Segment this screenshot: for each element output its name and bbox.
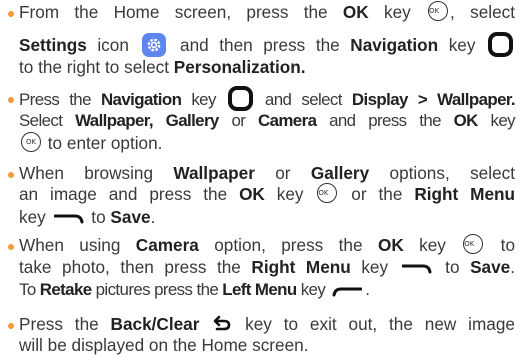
key-term: Wallpaper xyxy=(173,163,255,183)
key-term: OK xyxy=(239,184,265,204)
left-menu-key-icon xyxy=(332,285,363,297)
instruction-text: pictures press the xyxy=(91,280,223,299)
instruction-line: To Retake pictures press the Left Menu k… xyxy=(19,279,370,300)
bullet-dot xyxy=(8,11,14,17)
instruction-text: icon xyxy=(86,35,140,56)
instruction-text: key xyxy=(296,280,330,299)
key-term: Save xyxy=(110,207,151,227)
instruction-text: or xyxy=(218,111,258,130)
bullet-dot xyxy=(8,172,14,178)
bullet-dot xyxy=(8,97,14,103)
key-term: Gallery xyxy=(310,163,370,183)
instruction-line: an image and press the OK key OK or the … xyxy=(19,183,516,205)
instruction-text: To xyxy=(19,280,40,299)
instruction-line: Settings icon and then press the Navigat… xyxy=(19,32,515,59)
bullet-dot xyxy=(8,244,14,250)
key-term: OK xyxy=(342,2,369,22)
instruction-text: to xyxy=(434,257,471,277)
key-term: Navigation xyxy=(100,89,182,109)
right-menu-key-icon xyxy=(401,262,432,274)
instruction-text: to enter option. xyxy=(43,133,163,153)
key-term: Camera xyxy=(258,111,317,130)
key-term: Navigation xyxy=(350,35,439,56)
instruction-text: . xyxy=(510,257,515,277)
key-term: Retake xyxy=(39,280,92,299)
instruction-line: When browsing Wallpaper or Gallery optio… xyxy=(19,163,515,184)
key-term: Camera xyxy=(135,235,199,255)
navigation-key-icon xyxy=(227,86,253,111)
key-term: OK xyxy=(377,235,404,255)
instruction-text: options, select xyxy=(369,163,515,183)
instruction-text: to xyxy=(485,235,516,255)
instruction-line: When using Camera option, press the OK k… xyxy=(19,234,516,256)
instruction-line: Press the Back/Clear key to exit out, th… xyxy=(19,314,515,335)
navigation-key-icon xyxy=(488,32,513,57)
instruction-text: key xyxy=(403,235,462,255)
instruction-text: key xyxy=(181,89,226,109)
instruction-text: option, press the xyxy=(198,235,378,255)
instruction-text: Select xyxy=(19,111,76,130)
key-term: OK xyxy=(453,111,479,130)
instruction-text: and then press the xyxy=(169,35,351,56)
key-term: Personalization. xyxy=(173,57,306,77)
instruction-line: key to Save. xyxy=(19,207,155,228)
settings-gear-icon xyxy=(142,32,167,57)
key-term: Settings xyxy=(19,35,87,56)
key-term: Right Menu xyxy=(251,257,351,277)
key-term: Display > Wallpaper. xyxy=(351,89,516,109)
instruction-line: Select Wallpaper, Gallery or Camera and … xyxy=(19,110,516,131)
instruction-text: or xyxy=(254,163,311,183)
ok-key-icon: OK xyxy=(428,1,449,22)
key-term: Back/Clear xyxy=(110,314,200,334)
key-term: Save xyxy=(470,257,511,277)
instruction-text: take photo, then press the xyxy=(19,257,252,277)
instruction-text: Press the xyxy=(19,89,101,109)
instruction-text: key xyxy=(438,35,486,56)
instruction-text: When browsing xyxy=(19,163,174,183)
instruction-text: key xyxy=(19,207,51,227)
ok-key-icon: OK xyxy=(21,132,41,153)
instruction-text: or the xyxy=(339,184,415,204)
instruction-text: key xyxy=(477,111,516,130)
bullet-dot xyxy=(8,323,14,329)
instruction-text: key xyxy=(368,2,427,22)
instruction-text: and select xyxy=(254,89,352,109)
ok-key-icon: OK xyxy=(463,234,484,255)
key-term: Wallpaper, Gallery xyxy=(75,111,219,130)
instruction-text: , select xyxy=(450,2,516,22)
instruction-list: From the Home screen, press the OK key O… xyxy=(0,0,521,357)
instruction-text xyxy=(199,314,211,334)
key-term: Left Menu xyxy=(222,280,297,299)
instruction-text: key xyxy=(264,184,316,204)
instruction-text: When using xyxy=(19,235,136,255)
instruction-text: to xyxy=(86,207,111,227)
instruction-text: will be displayed on the Home screen. xyxy=(19,335,309,355)
instruction-text: From the Home screen, press the xyxy=(19,2,343,22)
ok-key-icon: OK xyxy=(317,183,338,204)
instruction-line: will be displayed on the Home screen. xyxy=(19,335,308,356)
instruction-line: OK to enter option. xyxy=(19,132,163,154)
instruction-line: take photo, then press the Right Menu ke… xyxy=(19,257,515,278)
instruction-text: to the right to select xyxy=(19,57,174,77)
instruction-text: and press the xyxy=(316,111,454,130)
instruction-text: key to exit out, the new image xyxy=(233,314,515,334)
instruction-line: From the Home screen, press the OK key O… xyxy=(19,1,516,23)
right-menu-key-icon xyxy=(53,212,84,224)
back-clear-key-icon xyxy=(213,315,231,331)
instruction-text: key xyxy=(350,257,399,277)
instruction-line: to the right to select Personalization. xyxy=(19,57,306,78)
instruction-text: . xyxy=(365,280,370,299)
key-term: Right Menu xyxy=(414,184,516,204)
instruction-text: . xyxy=(150,207,156,227)
instruction-text: an image and press the xyxy=(19,184,240,204)
instruction-text: Press the xyxy=(19,314,111,334)
